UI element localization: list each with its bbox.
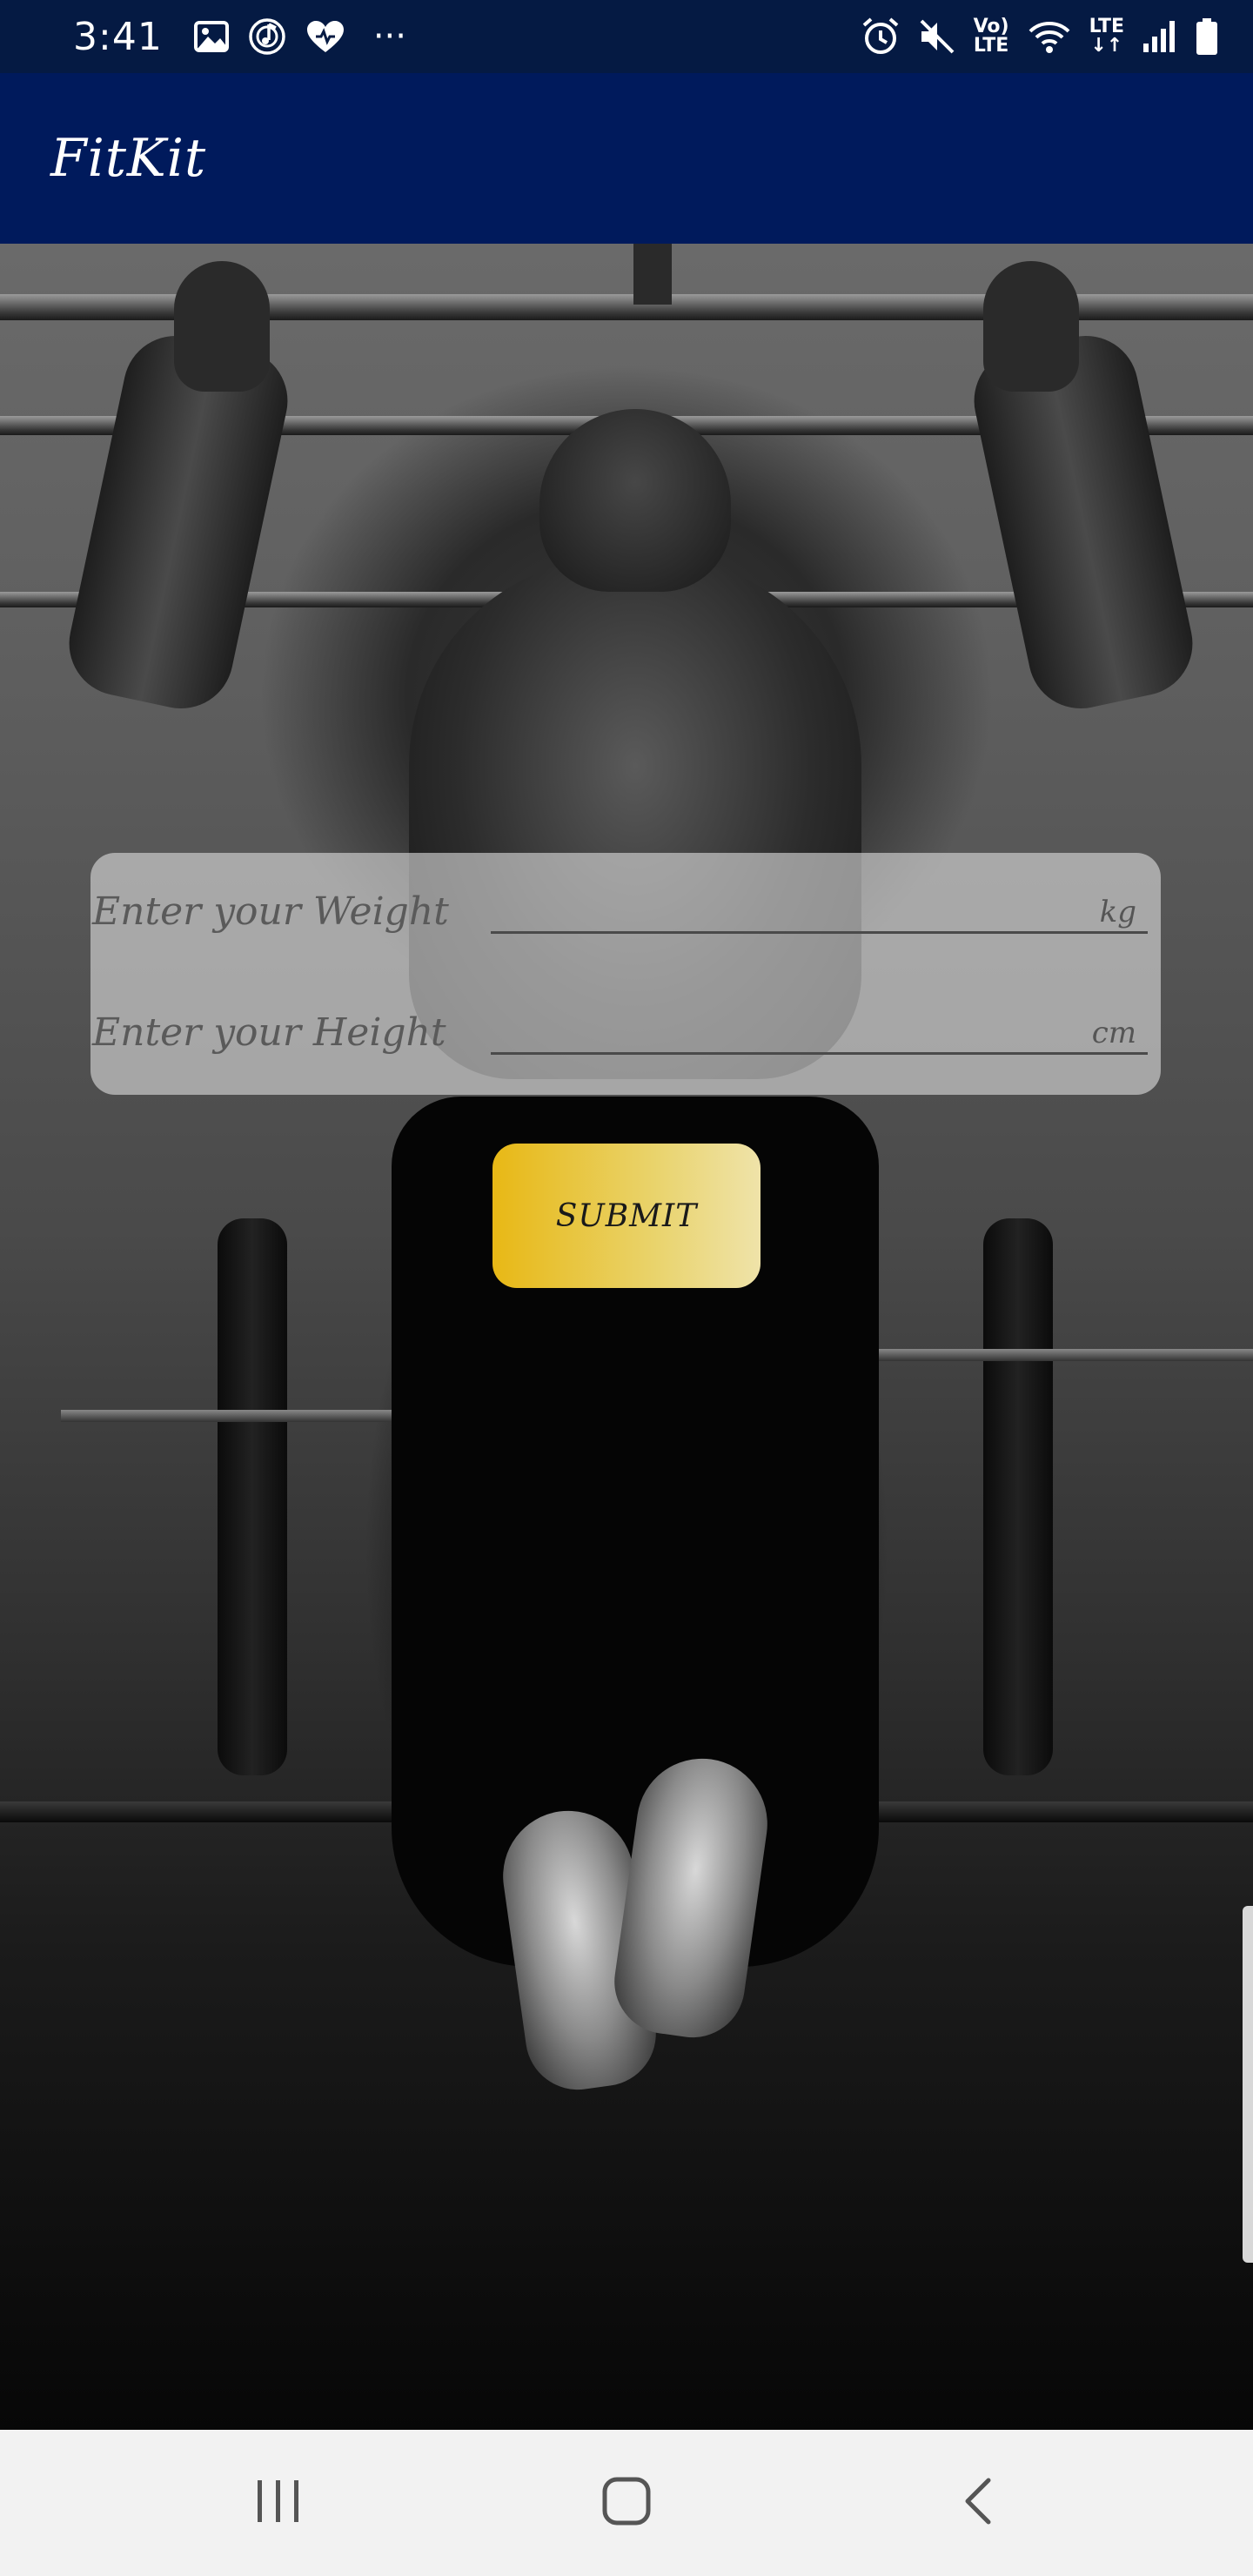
edge-panel-handle[interactable]: [1243, 1906, 1253, 2263]
status-time: 3:41: [73, 14, 163, 59]
weight-input[interactable]: [491, 879, 1148, 934]
lte-label: LTE: [1089, 16, 1124, 37]
wifi-icon: [1027, 19, 1072, 54]
lte-icon: LTE ↓↑: [1089, 16, 1124, 57]
alarm-icon: [861, 17, 901, 57]
height-row: Enter your Height cm: [90, 974, 1161, 1095]
music-icon: [248, 17, 286, 56]
athlete-left-arm: [59, 325, 298, 719]
navigation-bar: [0, 2430, 1253, 2576]
athlete-head: [539, 409, 731, 592]
submit-button[interactable]: SUBMIT: [492, 1144, 761, 1288]
battery-icon: [1196, 17, 1218, 56]
image-icon: [193, 21, 229, 52]
athlete-right-hand: [983, 261, 1079, 392]
status-right-icons: Vo) LTE LTE ↓↑: [861, 17, 1218, 57]
recent-apps-icon: [252, 2477, 305, 2529]
app-title: FitKit: [50, 128, 207, 189]
home-icon: [600, 2475, 653, 2531]
more-label: ···: [372, 17, 406, 57]
input-form-card: Enter your Weight kg Enter your Height c…: [90, 853, 1161, 1095]
weight-unit: kg: [1099, 895, 1136, 929]
status-left-icons: ···: [193, 17, 406, 57]
health-icon: [305, 19, 345, 54]
mute-icon: [918, 17, 956, 56]
rack-upright: [633, 244, 672, 305]
weight-label: Enter your Weight: [92, 889, 449, 934]
back-icon: [959, 2475, 997, 2531]
recent-apps-button[interactable]: [226, 2459, 331, 2546]
back-button[interactable]: [926, 2459, 1030, 2546]
height-unit: cm: [1091, 1016, 1136, 1050]
weight-plate-left: [218, 1218, 287, 1775]
volte-icon: Vo) LTE: [974, 17, 1009, 56]
barbell-right: [861, 1349, 1253, 1361]
volte-label-bottom: LTE: [973, 35, 1009, 57]
background-photo: [0, 244, 1253, 2430]
barbell-left: [61, 1410, 392, 1422]
app-bar: FitKit: [0, 73, 1253, 244]
status-bar: 3:41 ··· Vo) LTE LTE ↓↑: [0, 0, 1253, 73]
athlete-left-hand: [174, 261, 270, 392]
height-label: Enter your Height: [92, 1010, 446, 1055]
more-icon: ···: [373, 17, 406, 57]
home-button[interactable]: [574, 2459, 679, 2546]
app-screen: 3:41 ··· Vo) LTE LTE ↓↑ FitKit Enter you…: [0, 0, 1253, 2576]
weight-plate-right: [983, 1218, 1053, 1775]
weight-row: Enter your Weight kg: [90, 853, 1161, 974]
height-input[interactable]: [491, 1000, 1148, 1055]
signal-icon: [1142, 19, 1178, 54]
